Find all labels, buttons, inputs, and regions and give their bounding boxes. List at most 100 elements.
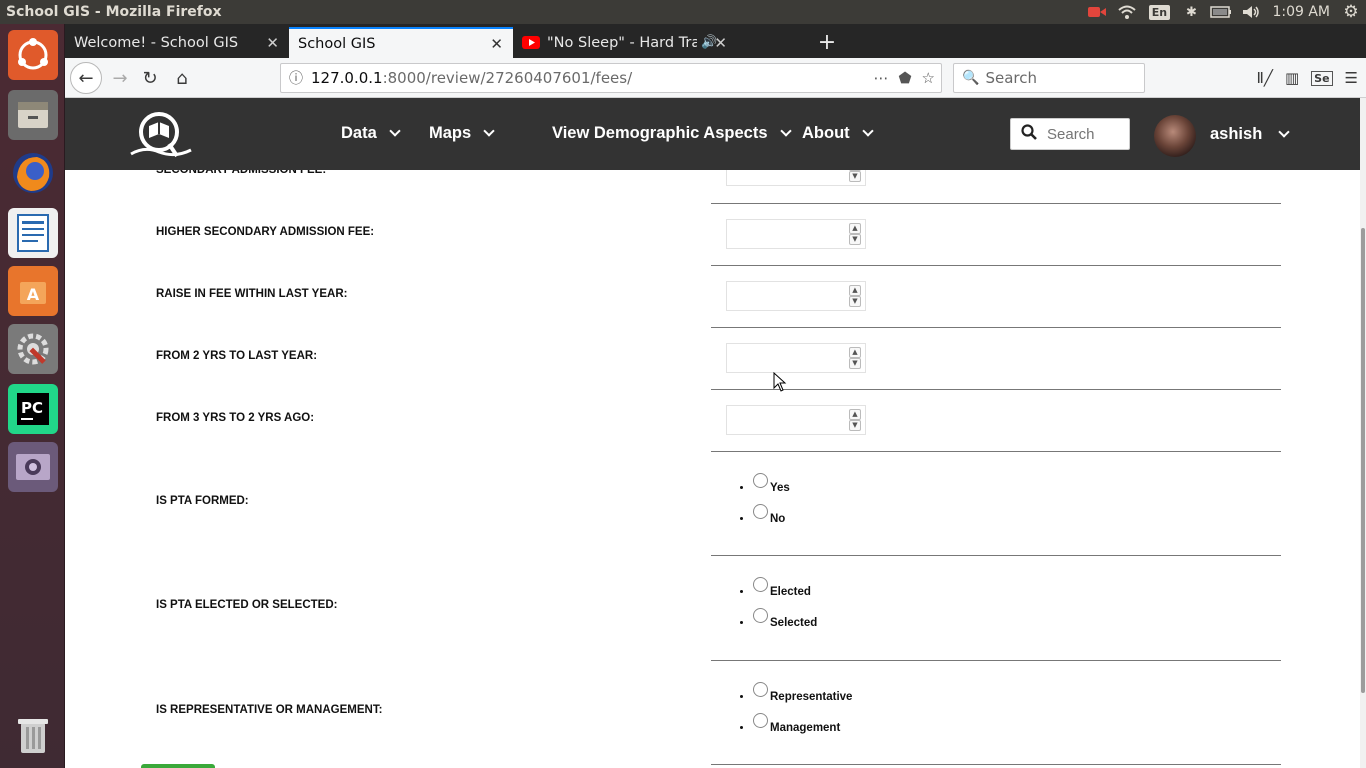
avatar[interactable] [1154,115,1196,157]
menu-maps[interactable]: Maps [429,124,495,143]
new-tab-button[interactable]: + [812,27,842,58]
spin-down-icon[interactable]: ▼ [849,296,861,307]
firefox-icon[interactable] [8,148,58,198]
page-actions-icon[interactable]: ⋯ [874,69,889,87]
search-placeholder: Search [985,69,1037,87]
menu-view-demographic-aspects[interactable]: View Demographic Aspects [552,124,792,143]
pycharm-icon[interactable]: PC [8,384,58,434]
school-gis-logo[interactable] [125,110,195,164]
system-gear-icon[interactable]: ⚙ [1336,0,1366,24]
pta-elected-options: Elected Selected [753,577,817,643]
system-settings-icon[interactable] [8,324,58,374]
volume-icon[interactable] [1236,0,1266,24]
row-divider [711,555,1281,556]
chevron-down-icon [779,125,792,137]
home-button[interactable]: ⌂ [167,63,197,93]
row-divider [711,389,1281,390]
raise-in-fee-input[interactable]: ▲ ▼ [726,281,866,311]
menu-about[interactable]: About [802,124,874,143]
bluetooth-icon[interactable]: ✱ [1176,0,1206,24]
pta-elected-label: IS PTA ELECTED OR SELECTED: [156,599,338,611]
menu-data[interactable]: Data [341,124,401,143]
radio-button[interactable] [753,682,768,697]
representative-management-label: IS REPRESENTATIVE OR MANAGEMENT: [156,704,383,716]
from-3-yrs-label: FROM 3 YRS TO 2 YRS AGO: [156,412,315,424]
representative-management-options: Representative Management [753,682,852,748]
radio-option-selected[interactable]: Selected [753,608,817,643]
radio-option-management[interactable]: Management [753,713,852,748]
close-tab-icon[interactable]: ✕ [490,35,503,53]
software-center-icon[interactable]: A [8,266,58,316]
page-content: SECONDARY ADMISSION FEE: ▲▼ HIGHER SECON… [65,98,1366,768]
search-icon[interactable] [1011,124,1047,144]
submit-button[interactable] [141,764,215,768]
from-3-yrs-input[interactable]: ▲ ▼ [726,405,866,435]
indicator-area: En ✱ 1:09 AM ⚙ [1082,0,1366,24]
spin-up-icon[interactable]: ▲ [849,409,861,420]
site-search-input[interactable] [1047,125,1127,143]
back-button[interactable]: ← [70,62,102,94]
row-divider [711,203,1281,204]
scrollbar-thumb[interactable] [1361,228,1365,693]
search-engine-icon[interactable]: 🔍 [954,70,985,86]
scrollbar[interactable] [1360,98,1366,768]
browser-search-bar[interactable]: 🔍 Search [953,63,1145,93]
raise-in-fee-label: RAISE IN FEE WITHIN LAST YEAR: [156,288,348,300]
tab-welcome[interactable]: Welcome! - School GIS ✕ [65,27,289,58]
ubuntu-dash-icon[interactable] [8,30,58,80]
radio-button[interactable] [753,473,768,488]
spin-down-icon[interactable]: ▼ [849,234,861,245]
site-info-icon[interactable]: ⓘ [281,68,311,88]
radio-button[interactable] [753,504,768,519]
trash-icon[interactable] [8,710,58,760]
reload-button[interactable]: ↻ [135,63,165,93]
wifi-icon[interactable] [1112,0,1142,24]
spin-up-icon[interactable]: ▲ [849,285,861,296]
camera-icon[interactable] [1082,0,1112,24]
bookmark-star-icon[interactable]: ☆ [922,69,935,87]
keyboard-layout-indicator[interactable]: En [1148,0,1171,24]
unity-launcher: A PC [0,24,65,768]
spin-down-icon[interactable]: ▼ [849,171,861,182]
radio-button[interactable] [753,713,768,728]
webcam-app-icon[interactable] [8,442,58,492]
sidebar-icon[interactable]: ▥ [1285,69,1299,87]
row-divider [711,764,1281,765]
radio-option-representative[interactable]: Representative [753,682,852,717]
spin-down-icon[interactable]: ▼ [849,358,861,369]
os-top-panel: School GIS - Mozilla Firefox En ✱ 1:09 A… [0,0,1366,24]
browser-tab-strip: Welcome! - School GIS ✕ School GIS ✕ "No… [65,24,1366,58]
spin-up-icon[interactable]: ▲ [849,223,861,234]
svg-text:A: A [27,285,40,304]
battery-icon[interactable] [1206,0,1236,24]
selenium-extension-icon[interactable]: Se [1311,70,1333,86]
higher-secondary-admission-fee-input[interactable]: ▲ ▼ [726,219,866,249]
higher-secondary-admission-fee-label: HIGHER SECONDARY ADMISSION FEE: [156,226,375,238]
browser-nav-bar: ← → ↻ ⌂ ⓘ 127.0.0.1:8000/review/27260407… [65,58,1366,98]
spin-down-icon[interactable]: ▼ [849,420,861,431]
from-2-yrs-input[interactable]: ▲ ▼ [726,343,866,373]
spin-up-icon[interactable]: ▲ [849,347,861,358]
radio-option-no[interactable]: No [753,504,790,539]
user-menu[interactable]: ashish [1210,125,1290,144]
hamburger-menu-icon[interactable]: ☰ [1345,69,1358,87]
url-bar[interactable]: ⓘ 127.0.0.1:8000/review/27260407601/fees… [280,63,942,93]
radio-button[interactable] [753,608,768,623]
libreoffice-writer-icon[interactable] [8,208,58,258]
files-icon[interactable] [8,90,58,140]
from-2-yrs-label: FROM 2 YRS TO LAST YEAR: [156,350,318,362]
tab-label: Welcome! - School GIS [74,34,239,51]
url-path: :8000/review/27260407601/fees/ [382,69,633,87]
tab-youtube[interactable]: "No Sleep" - Hard Trap 🔊 ✕ [513,27,737,58]
library-icon[interactable]: Ⅱ╱ [1257,69,1273,87]
tab-school-gis[interactable]: School GIS ✕ [289,27,513,58]
pocket-icon[interactable]: ⬟ [899,69,912,87]
forward-button[interactable]: → [105,63,135,93]
radio-button[interactable] [753,577,768,592]
url-host: 127.0.0.1 [311,69,383,87]
clock[interactable]: 1:09 AM [1266,4,1336,20]
close-tab-icon[interactable]: ✕ [266,34,279,52]
site-search-box[interactable] [1010,118,1130,150]
close-tab-icon[interactable]: ✕ [714,34,727,52]
site-navbar: Data Maps View Demographic Aspects About… [65,98,1360,170]
